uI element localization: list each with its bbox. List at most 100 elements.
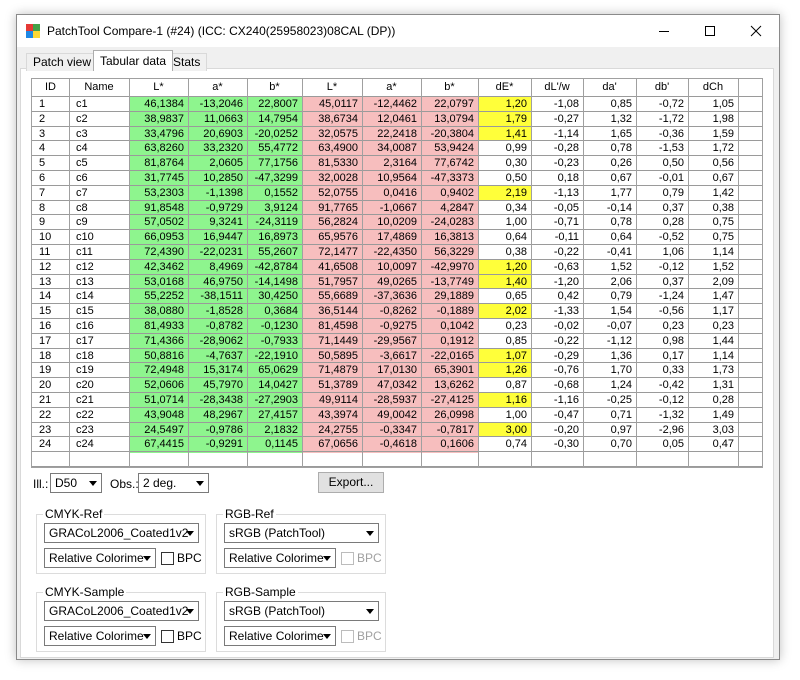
- row-name-cell[interactable]: c12: [69, 260, 129, 275]
- table-cell[interactable]: -24,3119: [247, 215, 302, 230]
- table-cell[interactable]: -1,13: [531, 186, 583, 201]
- table-cell[interactable]: 3,9124: [247, 201, 302, 216]
- table-cell[interactable]: -0,1230: [247, 319, 302, 334]
- table-cell[interactable]: -1,24: [636, 289, 688, 304]
- table-cell[interactable]: 1,14: [688, 349, 738, 364]
- table-cell[interactable]: 33,4796: [129, 127, 188, 142]
- intent-select[interactable]: Relative Colorime: [44, 626, 156, 646]
- column-header[interactable]: dE*: [478, 80, 531, 95]
- table-cell[interactable]: 51,0714: [129, 393, 188, 408]
- table-cell[interactable]: -0,68: [531, 378, 583, 393]
- row-name-cell[interactable]: c8: [69, 201, 129, 216]
- table-cell[interactable]: 36,5144: [302, 304, 362, 319]
- table-cell[interactable]: 65,9576: [302, 230, 362, 245]
- table-cell[interactable]: 81,4598: [302, 319, 362, 334]
- table-cell[interactable]: 45,7970: [188, 378, 247, 393]
- table-cell[interactable]: 63,4900: [302, 141, 362, 156]
- row-name-cell[interactable]: c20: [69, 378, 129, 393]
- table-cell[interactable]: -0,42: [636, 378, 688, 393]
- table-cell[interactable]: -0,12: [636, 260, 688, 275]
- table-cell[interactable]: 16,8973: [247, 230, 302, 245]
- column-header[interactable]: L*: [129, 80, 188, 95]
- table-cell[interactable]: 3,03: [688, 423, 738, 438]
- column-header[interactable]: db': [636, 80, 688, 95]
- table-cell[interactable]: -0,8782: [188, 319, 247, 334]
- table-cell[interactable]: 0,74: [478, 437, 531, 452]
- table-cell[interactable]: 81,5330: [302, 156, 362, 171]
- table-cell[interactable]: 1,32: [583, 112, 636, 127]
- table-cell[interactable]: 0,79: [583, 289, 636, 304]
- table-cell[interactable]: 0,1606: [421, 437, 478, 452]
- row-id-cell[interactable]: 6: [32, 171, 69, 186]
- row-id-cell[interactable]: 12: [32, 260, 69, 275]
- close-button[interactable]: [733, 15, 779, 47]
- table-cell[interactable]: 71,4879: [302, 363, 362, 378]
- row-id-cell[interactable]: 3: [32, 127, 69, 142]
- row-name-cell[interactable]: c7: [69, 186, 129, 201]
- table-cell[interactable]: 1,05: [688, 97, 738, 112]
- table-cell[interactable]: 10,0209: [362, 215, 421, 230]
- table-cell[interactable]: -0,27: [531, 112, 583, 127]
- profile-select[interactable]: sRGB (PatchTool): [224, 601, 379, 621]
- table-cell[interactable]: 53,2303: [129, 186, 188, 201]
- table-cell[interactable]: 0,1912: [421, 334, 478, 349]
- table-cell[interactable]: 0,34: [478, 201, 531, 216]
- row-id-cell[interactable]: 16: [32, 319, 69, 334]
- row-id-cell[interactable]: 24: [32, 437, 69, 452]
- column-header[interactable]: b*: [421, 80, 478, 95]
- table-cell[interactable]: 45,0117: [302, 97, 362, 112]
- table-cell[interactable]: 1,79: [478, 112, 531, 127]
- table-cell[interactable]: 55,4772: [247, 141, 302, 156]
- table-cell[interactable]: 53,9424: [421, 141, 478, 156]
- table-cell[interactable]: 31,7745: [129, 171, 188, 186]
- table-cell[interactable]: 10,9564: [362, 171, 421, 186]
- table-cell[interactable]: 2,3164: [362, 156, 421, 171]
- table-cell[interactable]: 0,64: [478, 230, 531, 245]
- table-cell[interactable]: 0,71: [583, 408, 636, 423]
- table-cell[interactable]: -0,05: [531, 201, 583, 216]
- table-cell[interactable]: 81,8764: [129, 156, 188, 171]
- table-cell[interactable]: 29,1889: [421, 289, 478, 304]
- table-cell[interactable]: 1,31: [688, 378, 738, 393]
- column-header[interactable]: dCh: [688, 80, 738, 95]
- table-cell[interactable]: 1,36: [583, 349, 636, 364]
- table-cell[interactable]: -0,8262: [362, 304, 421, 319]
- table-cell[interactable]: -0,01: [636, 171, 688, 186]
- row-id-cell[interactable]: 1: [32, 97, 69, 112]
- table-cell[interactable]: -29,9567: [362, 334, 421, 349]
- table-cell[interactable]: -22,1910: [247, 349, 302, 364]
- table-cell[interactable]: 1,44: [688, 334, 738, 349]
- table-cell[interactable]: -1,1398: [188, 186, 247, 201]
- table-cell[interactable]: 24,5497: [129, 423, 188, 438]
- row-id-cell[interactable]: 7: [32, 186, 69, 201]
- table-cell[interactable]: -0,30: [531, 437, 583, 452]
- profile-select[interactable]: GRACoL2006_Coated1v2: [44, 601, 199, 621]
- table-cell[interactable]: -1,33: [531, 304, 583, 319]
- row-id-cell[interactable]: 10: [32, 230, 69, 245]
- tab-tabular-data[interactable]: Tabular data: [93, 50, 174, 71]
- table-cell[interactable]: 71,4366: [129, 334, 188, 349]
- table-cell[interactable]: 0,75: [688, 230, 738, 245]
- table-cell[interactable]: 52,0606: [129, 378, 188, 393]
- table-cell[interactable]: 43,9048: [129, 408, 188, 423]
- row-id-cell[interactable]: 21: [32, 393, 69, 408]
- table-cell[interactable]: -0,9729: [188, 201, 247, 216]
- profile-select[interactable]: sRGB (PatchTool): [224, 523, 379, 543]
- table-cell[interactable]: 1,16: [478, 393, 531, 408]
- table-cell[interactable]: 49,9114: [302, 393, 362, 408]
- table-cell[interactable]: 1,98: [688, 112, 738, 127]
- table-cell[interactable]: 17,0130: [362, 363, 421, 378]
- table-cell[interactable]: 0,23: [688, 319, 738, 334]
- table-cell[interactable]: 1,49: [688, 408, 738, 423]
- table-cell[interactable]: 1,06: [636, 245, 688, 260]
- table-cell[interactable]: 0,64: [583, 230, 636, 245]
- row-id-cell[interactable]: 15: [32, 304, 69, 319]
- table-cell[interactable]: -28,5937: [362, 393, 421, 408]
- row-id-cell[interactable]: 14: [32, 289, 69, 304]
- row-id-cell[interactable]: 8: [32, 201, 69, 216]
- table-cell[interactable]: -27,2903: [247, 393, 302, 408]
- intent-select[interactable]: Relative Colorime: [44, 548, 156, 568]
- column-header[interactable]: a*: [188, 80, 247, 95]
- table-cell[interactable]: 0,23: [478, 319, 531, 334]
- profile-select[interactable]: GRACoL2006_Coated1v2: [44, 523, 199, 543]
